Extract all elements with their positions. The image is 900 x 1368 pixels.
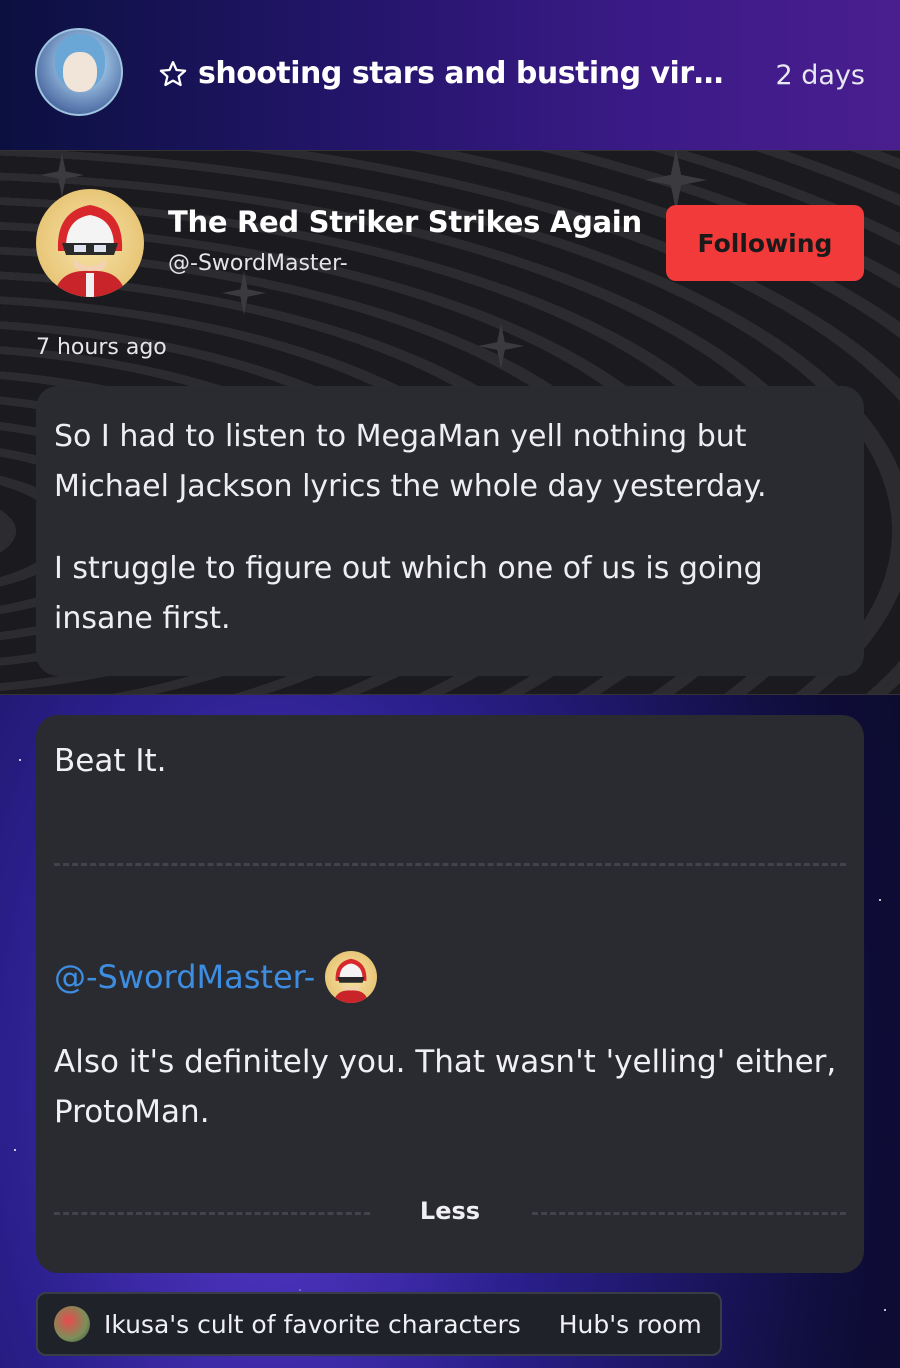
room-name: Hub's room <box>558 1309 702 1339</box>
chat-header: shooting stars and busting viruse... 2 d… <box>0 0 900 150</box>
post-paragraph: So I had to listen to MegaMan yell nothi… <box>54 419 767 504</box>
divider <box>532 1212 846 1215</box>
mention-link[interactable]: @-SwordMaster- <box>54 958 315 996</box>
sparkle-icon <box>645 149 707 211</box>
divider <box>54 1212 370 1215</box>
mention-avatar[interactable] <box>325 951 378 1003</box>
chat-avatar[interactable] <box>35 28 123 116</box>
less-button[interactable]: Less <box>400 1193 500 1229</box>
chat-title: shooting stars and busting viruse... <box>198 56 738 91</box>
author-handle[interactable]: @-SwordMaster- <box>168 251 348 276</box>
mention-row: @-SwordMaster- <box>54 951 378 1003</box>
following-button[interactable]: Following <box>666 205 864 281</box>
community-name: Ikusa's cult of favorite characters <box>104 1309 521 1339</box>
sparkle-icon <box>222 271 266 315</box>
post-timestamp: 7 hours ago <box>36 335 167 360</box>
post-body: So I had to listen to MegaMan yell nothi… <box>36 386 864 676</box>
comment-body-text: Also it's definitely you. That wasn't 'y… <box>54 1044 837 1130</box>
star-outline-icon <box>159 60 187 86</box>
chat-title-row[interactable]: shooting stars and busting viruse... <box>158 56 738 91</box>
post-paragraph: I struggle to figure out which one of us… <box>54 551 763 636</box>
chat-time: 2 days <box>775 60 866 91</box>
chat-room-bar[interactable]: Ikusa's cult of favorite characters Hub'… <box>36 1292 722 1356</box>
community-icon <box>54 1306 90 1342</box>
author-avatar[interactable] <box>36 189 144 297</box>
divider <box>54 863 846 866</box>
comment-lead-text: Beat It. <box>54 743 167 779</box>
post-section: The Red Striker Strikes Again @-SwordMas… <box>0 149 900 695</box>
author-name[interactable]: The Red Striker Strikes Again <box>168 205 642 239</box>
comment-card: Beat It. @-SwordMaster- Also it's defini… <box>36 715 864 1273</box>
sparkle-icon <box>478 323 524 369</box>
